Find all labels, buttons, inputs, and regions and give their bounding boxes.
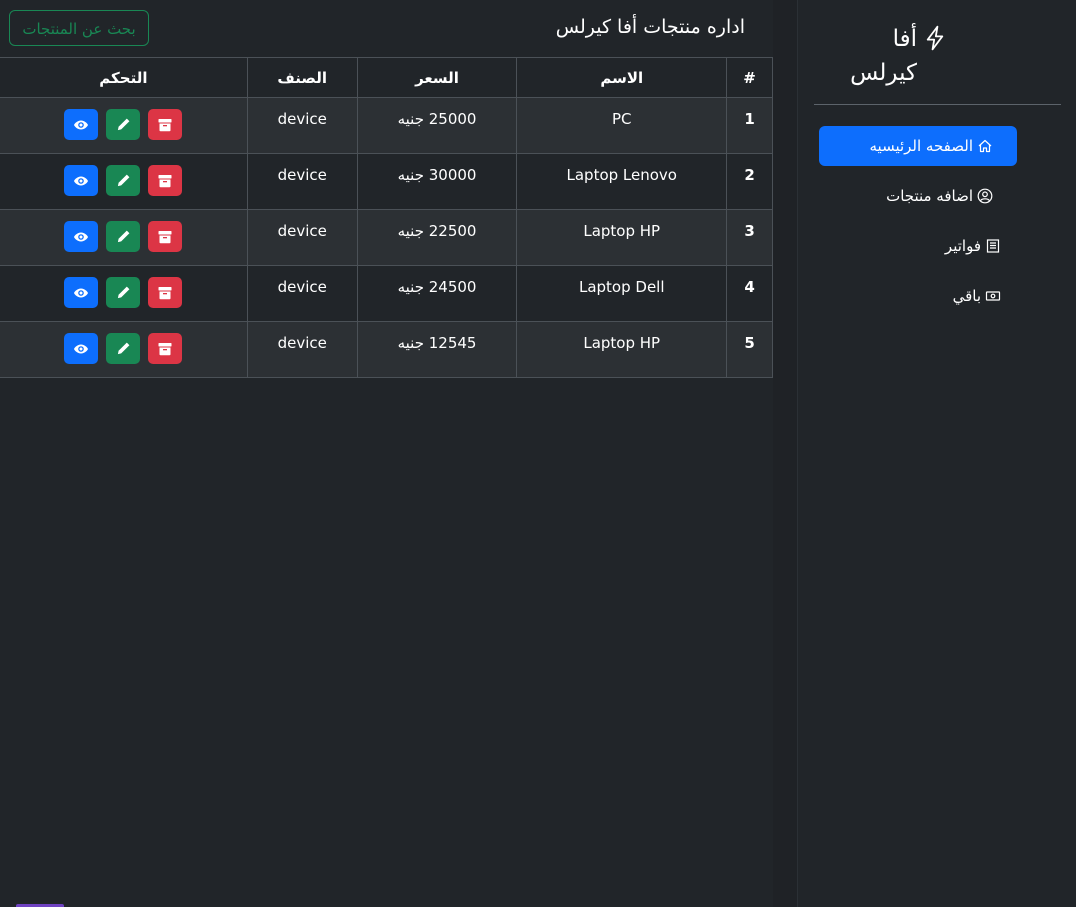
row-actions [0,333,247,364]
archive-icon [157,173,173,189]
sidebar-divider [814,104,1061,105]
brand-line-1: أفا [892,26,917,52]
pencil-icon [115,229,131,245]
archive-icon [157,285,173,301]
cell-name: Laptop HP [516,209,728,266]
cell-index: 1 [726,97,773,154]
cell-actions [0,265,248,322]
cell-price: 30000 جنيه [356,153,518,210]
cell-actions [0,209,248,266]
cell-name: Laptop Dell [516,265,728,322]
sidebar-item-remaining[interactable]: باقي [953,286,1001,306]
row-actions [0,277,247,308]
page-title: اداره منتجات أفا كيرلس [555,16,745,38]
cell-name: Laptop Lenovo [516,153,728,210]
eye-icon [73,173,89,189]
column-header-name: الاسم [516,57,728,98]
cell-name: Laptop HP [516,321,728,378]
pencil-icon [115,285,131,301]
table-row: 3 Laptop HP 22500 جنيه device [0,209,773,266]
eye-icon [73,285,89,301]
edit-button[interactable] [106,165,141,196]
cash-icon [985,291,1001,301]
cell-price: 24500 جنيه [356,265,518,322]
person-circle-icon [977,188,993,204]
cell-index: 5 [726,321,773,378]
cell-price: 22500 جنيه [356,209,518,266]
table-row: 5 Laptop HP 12545 جنيه device [0,321,773,378]
column-header-price: السعر [356,57,518,98]
table-row: 4 Laptop Dell 24500 جنيه device [0,265,773,322]
cell-actions [0,153,248,210]
edit-button[interactable] [106,109,141,140]
edit-button[interactable] [106,333,141,364]
cell-category: device [246,153,358,210]
column-header-index: # [726,57,773,98]
sidebar-item-label: فواتير [944,237,981,255]
sidebar-item-home[interactable]: الصفحه الرئيسيه [819,126,1017,166]
cell-price: 25000 جنيه [356,97,518,154]
archive-icon [157,229,173,245]
cell-index: 4 [726,265,773,322]
view-button[interactable] [64,109,99,140]
lightning-icon [926,25,944,51]
eye-icon [73,341,89,357]
cell-index: 2 [726,153,773,210]
pencil-icon [115,341,131,357]
sidebar-item-label: اضافه منتجات [886,187,973,205]
column-header-actions: التحكم [0,57,248,98]
row-actions [0,221,247,252]
table-header-row: # الاسم السعر الصنف التحكم [0,57,773,98]
edit-button[interactable] [106,221,141,252]
sidebar: أفا كيرلس الصفحه الرئيسيه اضافه منتجات ف… [797,0,1076,907]
receipt-icon [986,239,1000,253]
house-icon [978,139,992,153]
view-button[interactable] [64,277,99,308]
brand-line-2: كيرلس [850,60,917,86]
products-table: # الاسم السعر الصنف التحكم 1 PC 25000 جنيه… [0,57,773,378]
eye-icon [73,117,89,133]
row-actions [0,109,247,140]
pencil-icon [115,173,131,189]
cell-actions [0,321,248,378]
archive-icon [157,117,173,133]
scrollbar-gutter [773,0,797,907]
sidebar-item-add-products[interactable]: اضافه منتجات [886,186,993,206]
cell-category: device [246,321,358,378]
view-button[interactable] [64,221,99,252]
cell-name: PC [516,97,728,154]
cell-index: 3 [726,209,773,266]
view-button[interactable] [64,333,99,364]
top-bar: اداره منتجات أفا كيرلس بحث عن المنتجات [0,0,773,58]
view-button[interactable] [64,165,99,196]
table-row: 2 Laptop Lenovo 30000 جنيه device [0,153,773,210]
table-row: 1 PC 25000 جنيه device [0,97,773,154]
archive-button[interactable] [148,333,183,364]
main-content: اداره منتجات أفا كيرلس بحث عن المنتجات #… [0,0,773,907]
edit-button[interactable] [106,277,141,308]
archive-button[interactable] [148,165,183,196]
cell-category: device [246,97,358,154]
archive-button[interactable] [148,221,183,252]
sidebar-item-label: الصفحه الرئيسيه [869,137,974,155]
sidebar-item-label: باقي [952,287,981,305]
cell-category: device [246,209,358,266]
cell-category: device [246,265,358,322]
pencil-icon [115,117,131,133]
search-products-button[interactable]: بحث عن المنتجات [9,10,149,46]
column-header-category: الصنف [246,57,358,98]
app-window: اداره منتجات أفا كيرلس بحث عن المنتجات #… [0,0,1076,907]
eye-icon [73,229,89,245]
table-body: 1 PC 25000 جنيه device 2 Laptop Lenovo 30000 ج… [0,97,773,378]
archive-icon [157,341,173,357]
row-actions [0,165,247,196]
brand-name: أفا كيرلس [827,22,917,90]
cell-price: 12545 جنيه [356,321,518,378]
archive-button[interactable] [148,277,183,308]
cell-actions [0,97,248,154]
archive-button[interactable] [148,109,183,140]
sidebar-item-invoices[interactable]: فواتير [945,236,1001,256]
